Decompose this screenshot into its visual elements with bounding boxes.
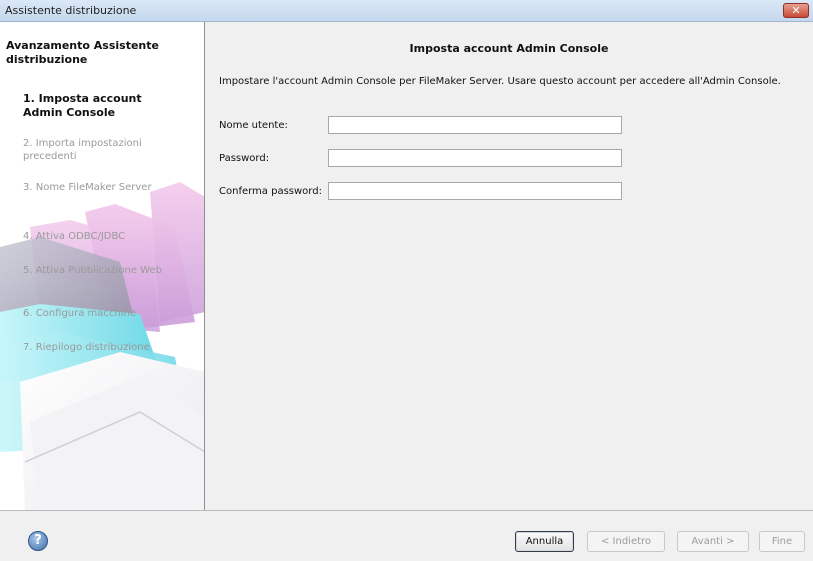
button-bar: ? Annulla < Indietro Avanti > Fine	[0, 510, 813, 561]
close-icon: ✕	[791, 4, 801, 17]
title-bar: Assistente distribuzione ✕	[0, 0, 813, 22]
back-button[interactable]: < Indietro	[587, 531, 665, 552]
confirm-password-field[interactable]	[328, 182, 622, 200]
step-web-publishing: 5. Attiva Pubblicazione Web	[23, 265, 162, 276]
step-admin-console: 1. Imposta account Admin Console	[23, 92, 142, 119]
window-title: Assistente distribuzione	[5, 4, 137, 17]
username-label: Nome utente:	[219, 120, 288, 131]
confirm-password-label: Conferma password:	[219, 186, 322, 197]
progress-sidebar: Avanzamento Assistente distribuzione 1. …	[0, 22, 205, 510]
username-field[interactable]	[328, 116, 622, 134]
page-description: Impostare l'account Admin Console per Fi…	[219, 76, 781, 87]
password-field[interactable]	[328, 149, 622, 167]
main-panel: Imposta account Admin Console Impostare …	[205, 22, 813, 510]
step-configure-machines: 6. Configura macchine	[23, 308, 137, 319]
next-button[interactable]: Avanti >	[677, 531, 749, 552]
step-server-name: 3. Nome FileMaker Server	[23, 182, 152, 193]
finish-button[interactable]: Fine	[759, 531, 805, 552]
help-icon: ?	[34, 533, 42, 548]
help-button[interactable]: ?	[28, 531, 48, 551]
close-button[interactable]: ✕	[783, 3, 809, 18]
cancel-button[interactable]: Annulla	[515, 531, 574, 552]
password-label: Password:	[219, 153, 270, 164]
step-import-settings: 2. Importa impostazioni precedenti	[23, 138, 142, 162]
step-summary: 7. Riepilogo distribuzione	[23, 342, 150, 353]
page-title: Imposta account Admin Console	[409, 42, 609, 55]
step-odbc-jdbc: 4. Attiva ODBC/JDBC	[23, 231, 126, 242]
